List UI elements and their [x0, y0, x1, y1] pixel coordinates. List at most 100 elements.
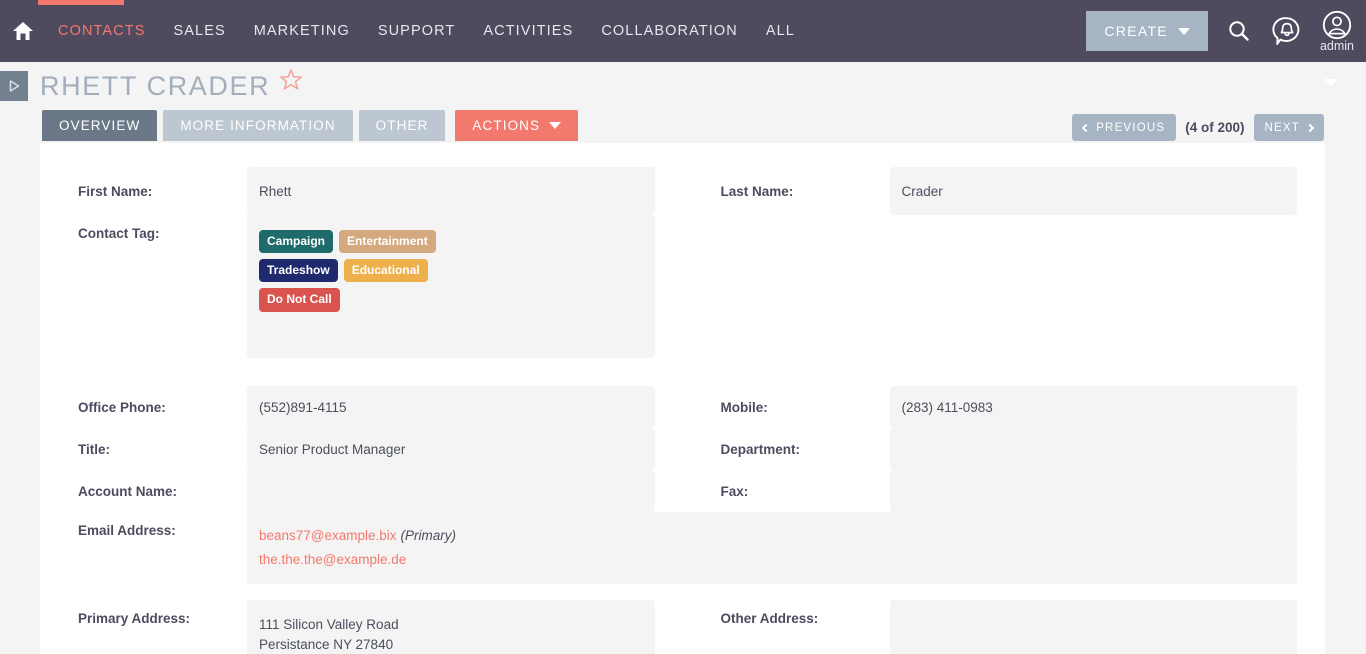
- chevron-down-icon: [549, 122, 562, 129]
- record-counter: (4 of 200): [1185, 120, 1245, 135]
- tag-entertainment[interactable]: Entertainment: [339, 230, 436, 254]
- row-name: First Name: Rhett Last Name: Crader: [40, 167, 1325, 215]
- first-name-label: First Name:: [78, 183, 153, 199]
- tab-more-information[interactable]: MORE INFORMATION: [163, 110, 353, 141]
- field-primary-address: Primary Address: 111 Silicon Valley Road…: [40, 600, 683, 654]
- row-account: Account Name: Fax:: [40, 470, 1325, 512]
- address-line-1: 111 Silicon Valley Road: [259, 617, 399, 632]
- user-menu[interactable]: admin: [1320, 10, 1354, 53]
- address-line-2: Persistance NY 27840: [259, 636, 394, 652]
- nav-link-contacts[interactable]: CONTACTS: [44, 23, 159, 39]
- nav-link-all[interactable]: ALL: [752, 23, 809, 39]
- contact-tag-label: Contact Tag:: [78, 226, 160, 241]
- record-tab-bar: OVERVIEW MORE INFORMATION OTHER ACTIONS …: [0, 110, 1366, 141]
- top-nav-actions: CREATE admin: [1086, 0, 1354, 62]
- mobile-label: Mobile:: [720, 399, 768, 415]
- nav-link-collaboration[interactable]: COLLABORATION: [587, 23, 752, 39]
- expand-panel-icon[interactable]: [0, 71, 28, 101]
- last-name-value[interactable]: Crader: [889, 167, 1297, 215]
- email-address-label: Email Address:: [78, 523, 176, 538]
- field-department: Department:: [683, 428, 1326, 470]
- chevron-left-icon: [1081, 123, 1091, 132]
- email-address-value: beans77@example.bix (Primary) the.the.the…: [247, 512, 1297, 584]
- star-outline-icon[interactable]: [278, 67, 304, 93]
- nav-link-support[interactable]: SUPPORT: [364, 23, 470, 39]
- nav-links: CONTACTS SALES MARKETING SUPPORT ACTIVIT…: [44, 23, 809, 39]
- field-email-address: Email Address: beans77@example.bix (Prima…: [40, 512, 1325, 584]
- nav-link-marketing[interactable]: MARKETING: [240, 23, 364, 39]
- nav-link-sales[interactable]: SALES: [159, 23, 239, 39]
- home-icon[interactable]: [10, 18, 36, 44]
- next-record-button[interactable]: NEXT: [1253, 114, 1324, 141]
- field-first-name: First Name: Rhett: [40, 167, 683, 215]
- email-primary-suffix: (Primary): [400, 528, 457, 543]
- chevron-down-icon[interactable]: [1318, 74, 1344, 97]
- account-name-value[interactable]: [247, 470, 655, 512]
- nav-link-activities[interactable]: ACTIVITIES: [469, 23, 587, 39]
- office-phone-value[interactable]: (552)891-4115: [247, 386, 655, 428]
- chevron-down-icon: [1177, 27, 1190, 35]
- row-title: Title: Senior Product Manager Department…: [40, 428, 1325, 470]
- tab-other[interactable]: OTHER: [358, 110, 446, 141]
- field-mobile: Mobile: (283) 411-0983: [683, 386, 1326, 428]
- first-name-value[interactable]: Rhett: [247, 167, 655, 215]
- field-other-address: Other Address:: [683, 600, 1326, 654]
- title-value[interactable]: Senior Product Manager: [247, 428, 655, 470]
- create-button-label: CREATE: [1104, 23, 1168, 39]
- email-list: beans77@example.bix (Primary) the.the.the…: [259, 525, 456, 567]
- field-fax: Fax:: [683, 470, 1326, 512]
- previous-record-button[interactable]: PREVIOUS: [1072, 114, 1177, 141]
- department-label: Department:: [720, 441, 801, 457]
- top-navigation-bar: CONTACTS SALES MARKETING SUPPORT ACTIVIT…: [0, 0, 1366, 62]
- address-lines: 111 Silicon Valley Road Persistance NY 2…: [259, 613, 399, 654]
- fax-value[interactable]: [889, 470, 1297, 512]
- row-phone: Office Phone: (552)891-4115 Mobile: (283…: [40, 386, 1325, 428]
- notification-bell-icon[interactable]: [1270, 14, 1304, 48]
- chevron-right-icon: [1305, 123, 1315, 132]
- field-contact-tag-spacer: [683, 215, 1326, 358]
- primary-address-label: Primary Address:: [78, 611, 191, 626]
- create-button[interactable]: CREATE: [1086, 11, 1208, 51]
- field-office-phone: Office Phone: (552)891-4115: [40, 386, 683, 428]
- row-contact-tag: Contact Tag: Campaign Entertainment Trad…: [40, 215, 1325, 358]
- tab-more-information-label: MORE INFORMATION: [180, 118, 336, 133]
- tag-list: Campaign Entertainment Tradeshow Educati…: [259, 228, 449, 312]
- office-phone-label: Office Phone:: [78, 399, 166, 415]
- field-last-name: Last Name: Crader: [683, 167, 1326, 215]
- tag-do-not-call[interactable]: Do Not Call: [259, 288, 340, 312]
- email-link-primary[interactable]: beans77@example.bix: [259, 528, 397, 543]
- field-account-name: Account Name:: [40, 470, 683, 512]
- tag-tradeshow[interactable]: Tradeshow: [259, 259, 338, 283]
- department-value[interactable]: [889, 428, 1297, 470]
- overview-detail-panel: First Name: Rhett Last Name: Crader Cont…: [40, 143, 1325, 654]
- title-label: Title:: [78, 441, 111, 457]
- row-address: Primary Address: 111 Silicon Valley Road…: [40, 600, 1325, 654]
- search-icon[interactable]: [1222, 14, 1256, 48]
- tag-educational[interactable]: Educational: [343, 259, 428, 283]
- row-email: Email Address: beans77@example.bix (Prima…: [40, 512, 1325, 584]
- last-name-label: Last Name:: [720, 183, 794, 199]
- account-name-label: Account Name:: [78, 483, 178, 499]
- record-pagination: PREVIOUS (4 of 200) NEXT: [1072, 114, 1324, 141]
- tab-overview[interactable]: OVERVIEW: [42, 110, 158, 141]
- primary-address-value[interactable]: 111 Silicon Valley Road Persistance NY 2…: [247, 600, 655, 654]
- tag-campaign[interactable]: Campaign: [259, 230, 334, 254]
- spacer-value: [890, 215, 1298, 358]
- user-name-label: admin: [1319, 38, 1354, 53]
- next-button-label: NEXT: [1264, 121, 1300, 134]
- other-address-value[interactable]: [889, 600, 1297, 654]
- active-module-indicator: [38, 0, 124, 5]
- field-title: Title: Senior Product Manager: [40, 428, 683, 470]
- page-title: RHETT CRADER: [40, 70, 271, 101]
- tab-actions[interactable]: ACTIONS: [455, 110, 579, 141]
- email-line: the.the.the@example.de: [259, 552, 456, 567]
- field-contact-tag: Contact Tag: Campaign Entertainment Trad…: [40, 215, 683, 358]
- tab-other-label: OTHER: [375, 118, 429, 133]
- spacer-label: [683, 215, 890, 358]
- contact-tag-value[interactable]: Campaign Entertainment Tradeshow Educati…: [247, 215, 655, 358]
- tab-actions-label: ACTIONS: [472, 118, 541, 133]
- mobile-value[interactable]: (283) 411-0983: [889, 386, 1297, 428]
- email-link-secondary[interactable]: the.the.the@example.de: [259, 552, 406, 567]
- user-avatar-icon[interactable]: [1320, 10, 1354, 40]
- record-title-bar: RHETT CRADER: [0, 62, 1366, 110]
